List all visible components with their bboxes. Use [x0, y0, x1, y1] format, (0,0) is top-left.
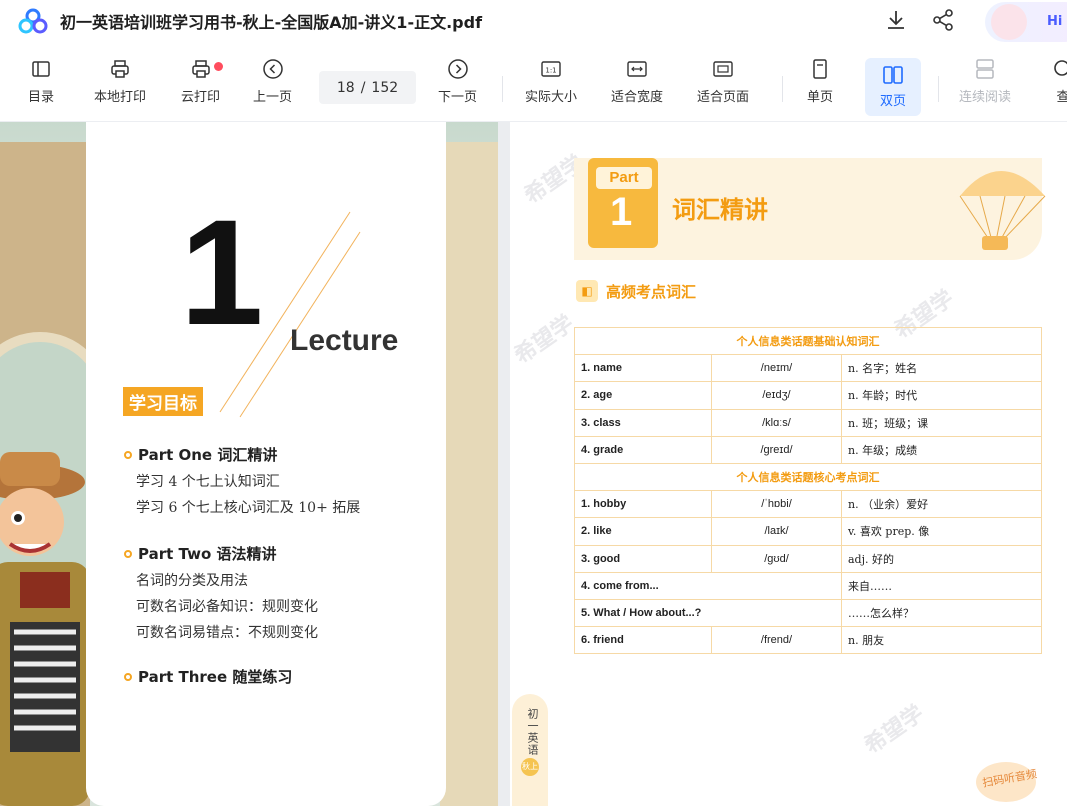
table-row: 2. like/laɪk/v. 喜欢 prep. 像 [574, 517, 1042, 546]
chevron-right-circle-icon [447, 59, 468, 79]
table-row: 4. come from... 来自…… [574, 571, 1042, 600]
double-page-button[interactable]: 双页 [865, 58, 921, 116]
toolbar: 目录 本地打印 云打印 上一页 18 / 152 下一页 1:1 实际大小 适合… [0, 44, 1067, 122]
bullet-icon [124, 450, 132, 459]
table-row: 3. class/klɑːs/n. 班；班级；课 [574, 408, 1042, 437]
svg-text:1:1: 1:1 [545, 67, 556, 75]
table-row: 3. good/gʊd/adj. 好的 [574, 544, 1042, 573]
title-bar: 初一英语培训班学习用书-秋上-全国版A加-讲义1-正文.pdf Hi [0, 0, 1067, 44]
cloud-printer-icon [191, 60, 210, 78]
double-page-icon [883, 66, 903, 84]
bullet-icon [124, 549, 132, 558]
right-page: 希望学 希望学 希望学 希望学 Part 1 词汇精讲 ◧ 高频考点词汇 个人信… [510, 122, 1067, 806]
outline-part-one: Part One 词汇精讲 学习 4 个七上认知词汇 学习 6 个七上核心词汇及… [124, 444, 360, 517]
table-row: 2. age/eɪdʒ/n. 年龄；时代 [574, 381, 1042, 410]
single-page-button[interactable]: 单页 [807, 58, 833, 116]
fit-page-button[interactable]: 适合页面 [697, 58, 749, 116]
table-caption-row: 个人信息类话题基础认知词汇 [574, 326, 1042, 356]
actual-size-button[interactable]: 1:1 实际大小 [525, 58, 577, 116]
book-side-tab: 初一英语 秋上 [512, 694, 548, 806]
prev-page-button[interactable]: 上一页 [253, 58, 292, 116]
local-print-button[interactable]: 本地打印 [94, 58, 146, 116]
table-row: 6. friend/frend/n. 朋友 [574, 626, 1042, 655]
vocab-table: 个人信息类话题基础认知词汇 1. name/neɪm/n. 名字；姓名 2. a… [574, 326, 1042, 655]
toolbar-divider [782, 76, 783, 102]
fit-width-icon [627, 61, 647, 77]
watermark: 希望学 [510, 310, 579, 370]
greeting-text: Hi [1047, 14, 1063, 29]
current-page-input[interactable]: 18 [337, 80, 355, 96]
printer-icon [111, 60, 129, 78]
continuous-read-icon [976, 59, 994, 79]
bullet-icon [124, 672, 132, 681]
single-page-icon [813, 59, 827, 79]
fit-page-icon [713, 61, 733, 77]
table-row: 5. What / How about...? ……怎么样？ [574, 598, 1042, 628]
page-indicator[interactable]: 18 / 152 [319, 71, 416, 104]
actual-size-icon: 1:1 [541, 61, 561, 77]
outline-part-three: Part Three 随堂练习 [124, 666, 292, 687]
page-separator: / [360, 79, 366, 96]
table-caption-row: 个人信息类话题核心考点词汇 [574, 462, 1042, 492]
total-pages: 152 [371, 79, 399, 96]
next-page-button[interactable]: 下一页 [438, 58, 477, 116]
accordion-player-illustration [0, 452, 90, 806]
subhead: ◧ 高频考点词汇 [576, 280, 696, 302]
catalog-button[interactable]: 目录 [28, 58, 54, 116]
share-icon[interactable] [931, 8, 955, 32]
user-chip[interactable]: Hi [985, 2, 1067, 42]
lecture-label: Lecture [290, 324, 399, 357]
outline-part-two: Part Two 语法精讲 名词的分类及用法 可数名词必备知识：规则变化 可数名… [124, 543, 318, 642]
toolbar-divider [502, 76, 503, 102]
semester-badge: 秋上 [521, 758, 539, 776]
fit-width-button[interactable]: 适合宽度 [611, 58, 663, 116]
table-row: 1. hobby/ˈhɒbi/n. （业余）爱好 [574, 490, 1042, 519]
watermark: 希望学 [860, 700, 929, 760]
document-viewer[interactable]: 1 Lecture 学习目标 Part One 词汇精讲 学习 4 个七上认知词… [0, 122, 1067, 806]
chevron-left-circle-icon [262, 59, 283, 79]
continuous-read-button[interactable]: 连续阅读 [959, 58, 1011, 116]
catalog-icon [32, 61, 50, 77]
search-icon [1054, 60, 1067, 76]
app-logo-icon [18, 8, 48, 34]
table-row: 1. name/neɪm/n. 名字；姓名 [574, 354, 1042, 383]
avatar [991, 4, 1027, 40]
section-title: 词汇精讲 [672, 196, 768, 224]
decorative-pillar [440, 142, 498, 806]
vocab-book-icon: ◧ [576, 280, 598, 302]
part-label: Part [596, 167, 652, 189]
parachute-illustration [959, 171, 1046, 250]
table-row: 4. grade/greɪd/n. 年级；成绩 [574, 435, 1042, 464]
document-title: 初一英语培训班学习用书-秋上-全国版A加-讲义1-正文.pdf [60, 13, 483, 32]
part-number: 1 [610, 190, 633, 234]
download-icon[interactable] [884, 8, 908, 32]
learning-goal-tag: 学习目标 [123, 387, 203, 416]
notification-dot [214, 62, 223, 71]
toolbar-divider [938, 76, 939, 102]
search-button[interactable]: 查 [1052, 58, 1067, 116]
lecture-number: 1 [180, 188, 264, 356]
left-page: 1 Lecture 学习目标 Part One 词汇精讲 学习 4 个七上认知词… [0, 122, 498, 806]
